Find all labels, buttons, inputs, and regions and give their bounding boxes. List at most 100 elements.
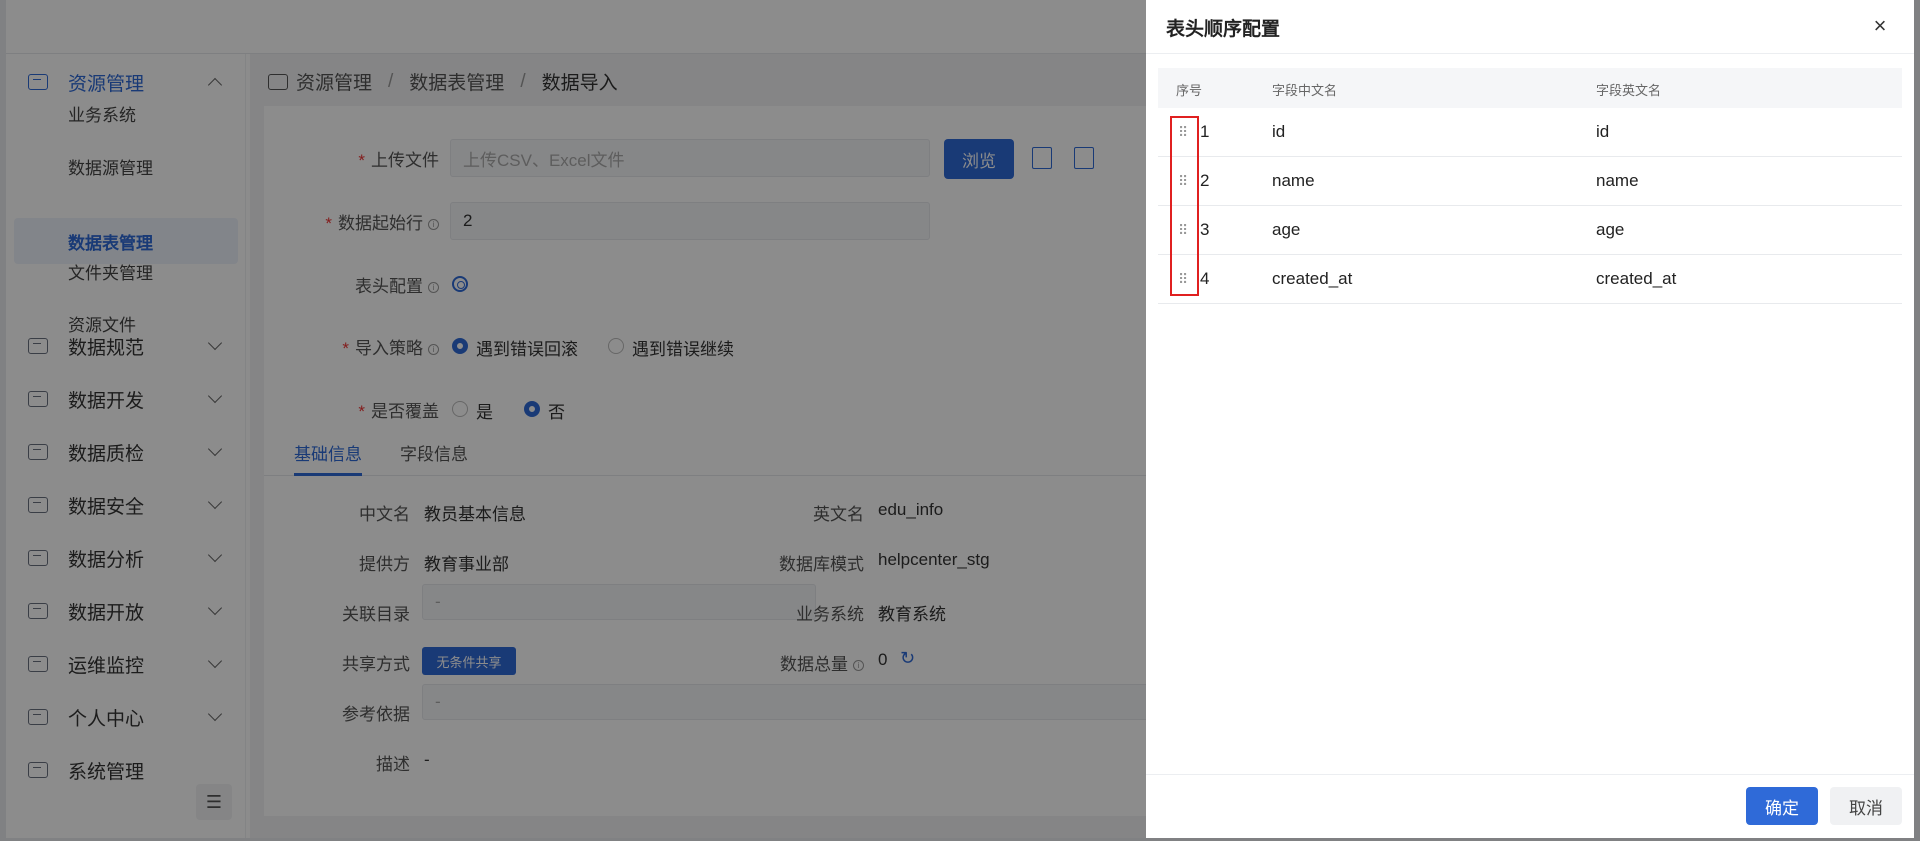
menu-ops-monitor[interactable]: 运维监控 xyxy=(6,642,246,686)
strategy-label: * 导入策略 i xyxy=(342,334,439,359)
menu-label: 数据开放 xyxy=(68,602,145,624)
chevron-down-icon xyxy=(207,388,223,404)
upload-row: * 上传文件 xyxy=(264,138,439,178)
overwrite-option-label: 是 xyxy=(476,403,493,422)
monitor-chart-icon xyxy=(28,656,48,672)
strategy-radio-continue[interactable] xyxy=(608,338,624,354)
table-row[interactable]: ⠿ 2 name name xyxy=(1158,157,1902,206)
menu-label: 数据分析 xyxy=(68,549,145,571)
db-mode-label: 数据库模式 xyxy=(779,555,864,574)
template-icon[interactable] xyxy=(1032,147,1052,169)
file-history-icon[interactable] xyxy=(1074,147,1094,169)
header-config-label: 表头配置 i xyxy=(355,272,439,297)
overwrite-radio-yes[interactable] xyxy=(452,401,468,417)
provider-label: 提供方 xyxy=(359,555,410,574)
menu-data-quality[interactable]: 数据质检 xyxy=(6,430,246,474)
drawer-footer: 确定 取消 xyxy=(1146,774,1914,838)
info-icon: i xyxy=(428,218,439,230)
menu-label: 运维监控 xyxy=(68,655,145,677)
info-icon: i xyxy=(428,281,439,293)
chevron-down-icon xyxy=(207,600,223,616)
user-icon xyxy=(28,709,48,725)
row-en-name: name xyxy=(1596,171,1639,190)
tab-basic-info[interactable]: 基础信息 xyxy=(294,440,362,465)
cn-name-value: 教员基本信息 xyxy=(424,505,526,524)
en-name-value: edu_info xyxy=(878,500,944,519)
table-row[interactable]: ⠿ 1 id id xyxy=(1158,108,1902,157)
overwrite-option-label: 否 xyxy=(548,403,565,422)
strategy-radio-rollback[interactable] xyxy=(452,338,468,354)
collapse-icon: ☰ xyxy=(205,791,223,812)
chevron-down-icon xyxy=(207,547,223,563)
overwrite-label: * 是否覆盖 xyxy=(358,401,439,421)
code-icon xyxy=(28,391,48,407)
breadcrumb-current: 数据导入 xyxy=(541,73,618,94)
monitor-icon xyxy=(28,74,48,90)
breadcrumb-item[interactable]: 数据表管理 xyxy=(409,68,504,95)
row-cn-name: id xyxy=(1272,122,1286,141)
row-en-name: created_at xyxy=(1596,269,1677,288)
chevron-down-icon xyxy=(207,653,223,669)
biz-system-label: 业务系统 xyxy=(796,605,864,624)
strategy-option-label: 遇到错误回滚 xyxy=(476,340,578,359)
overwrite-radio-no[interactable] xyxy=(524,401,540,417)
start-row-input[interactable]: 2 xyxy=(450,202,930,240)
overwrite-row: * 是否覆盖 xyxy=(264,389,439,429)
tab-field-info[interactable]: 字段信息 xyxy=(400,440,468,465)
provider-value: 教育事业部 xyxy=(424,555,509,574)
confirm-button[interactable]: 确定 xyxy=(1746,787,1818,825)
collapse-sidebar-button[interactable]: ☰ xyxy=(196,784,232,820)
gear-icon[interactable] xyxy=(452,276,468,292)
menu-data-spec[interactable]: 数据规范 xyxy=(6,324,246,368)
header-config-row: 表头配置 i xyxy=(264,264,439,304)
row-cn-name: age xyxy=(1272,220,1301,239)
row-index: 1 xyxy=(1200,122,1210,141)
column-header-cn-name: 字段中文名 xyxy=(1272,83,1338,98)
sidebar-item-label: 文件夹管理 xyxy=(68,263,153,283)
drag-handle-highlight xyxy=(1170,116,1199,296)
strategy-row: * 导入策略 i xyxy=(264,326,439,366)
refresh-icon[interactable]: ↻ xyxy=(900,648,915,669)
reference-field[interactable]: - xyxy=(422,684,1202,720)
spec-icon xyxy=(28,338,48,354)
header-order-table: 序号 字段中文名 字段英文名 ⠿ 1 id id ⠿ 2 name name ⠿… xyxy=(1158,68,1902,304)
browse-button[interactable]: 浏览 xyxy=(944,139,1014,179)
breadcrumb: 资源管理 / 数据表管理 / 数据导入 xyxy=(268,68,618,95)
tab-active-indicator xyxy=(294,473,362,476)
share-badge: 无条件共享 xyxy=(422,647,516,675)
column-header-en-name: 字段英文名 xyxy=(1596,83,1662,98)
upload-file-input[interactable]: 上传CSV、Excel文件 xyxy=(450,139,930,177)
sidebar-item-datasource[interactable]: 数据源管理 xyxy=(14,143,238,189)
menu-data-open[interactable]: 数据开放 xyxy=(6,589,246,633)
sidebar-item-label: 业务系统 xyxy=(68,105,136,125)
sidebar-item-folder[interactable]: 文件夹管理 xyxy=(14,248,238,294)
breadcrumb-separator: / xyxy=(388,70,394,92)
drawer-header: 表头顺序配置 × xyxy=(1146,0,1914,54)
column-header-index: 序号 xyxy=(1176,83,1203,98)
table-header: 序号 字段中文名 字段英文名 xyxy=(1158,68,1902,108)
breadcrumb-item[interactable]: 资源管理 xyxy=(296,68,372,95)
menu-data-security[interactable]: 数据安全 xyxy=(6,483,246,527)
info-icon: i xyxy=(428,343,439,355)
close-icon[interactable]: × xyxy=(1870,15,1890,37)
total-value: 0 xyxy=(878,650,888,669)
reference-label: 参考依据 xyxy=(342,705,410,724)
chevron-down-icon xyxy=(207,441,223,457)
drawer-title: 表头顺序配置 xyxy=(1166,19,1281,40)
desc-value: - xyxy=(424,750,430,769)
table-row[interactable]: ⠿ 4 created_at created_at xyxy=(1158,255,1902,304)
system-icon xyxy=(28,762,48,778)
table-row[interactable]: ⠿ 3 age age xyxy=(1158,206,1902,255)
menu-data-analysis[interactable]: 数据分析 xyxy=(6,536,246,580)
start-row-label: * 数据起始行 i xyxy=(325,209,439,234)
breadcrumb-separator: / xyxy=(520,70,526,92)
cancel-button[interactable]: 取消 xyxy=(1830,787,1902,825)
strategy-option-label: 遇到错误继续 xyxy=(632,340,734,359)
monitor-icon xyxy=(268,73,288,90)
row-en-name: id xyxy=(1596,122,1610,141)
menu-personal-center[interactable]: 个人中心 xyxy=(6,695,246,739)
sidebar-item-business-system[interactable]: 业务系统 xyxy=(14,90,238,136)
row-index: 4 xyxy=(1200,269,1210,288)
menu-data-dev[interactable]: 数据开发 xyxy=(6,377,246,421)
menu-label: 数据开发 xyxy=(68,390,145,412)
